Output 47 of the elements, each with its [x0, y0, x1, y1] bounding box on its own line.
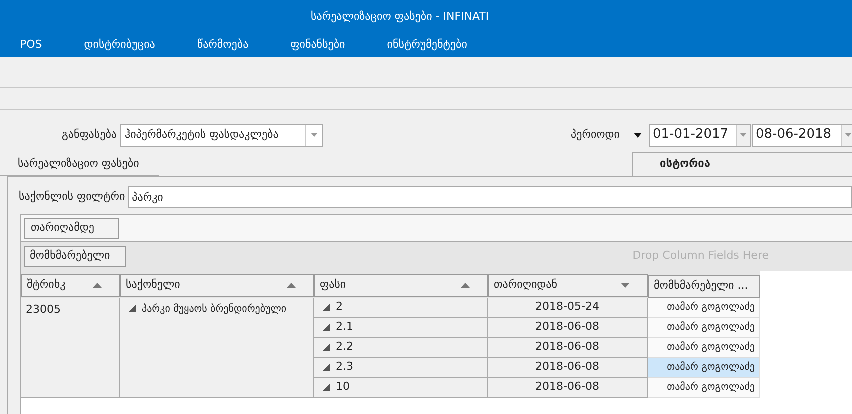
column-header[interactable]: თარიღიდან — [488, 274, 648, 297]
filter-label: საქონლის ფილტრი — [19, 188, 126, 205]
table-cell: 2.1 — [314, 318, 488, 338]
column-header[interactable]: შტრიხკ — [21, 274, 120, 297]
expanded-triangle-icon[interactable] — [323, 304, 330, 311]
table-cell[interactable]: თამარ გოგოლაძე — [648, 318, 760, 338]
menu-item[interactable]: POS — [20, 37, 42, 54]
expanded-triangle-icon[interactable] — [323, 364, 330, 371]
pricing-dropdown[interactable]: ჰიპერმარკეტის ფასდაკლება — [120, 124, 323, 146]
tab[interactable]: ისტორია — [632, 152, 852, 176]
dropdown-arrow-icon[interactable] — [634, 132, 642, 138]
expanded-triangle-icon[interactable] — [129, 305, 136, 312]
table-cell: 2.2 — [314, 338, 488, 358]
date-to-field[interactable]: 08-06-2018 — [752, 124, 852, 146]
menu-item[interactable]: ინსტრუმენტები — [387, 37, 468, 54]
expanded-triangle-icon[interactable] — [323, 344, 330, 351]
table-cell: 2018-05-24 — [488, 298, 648, 318]
pivot-field-button[interactable]: მომხმარებელი — [24, 246, 126, 267]
column-header[interactable]: საქონელი — [120, 274, 314, 297]
table-cell: 2018-06-08 — [488, 338, 648, 358]
table-cell: 2 — [314, 298, 488, 318]
column-header[interactable]: მომხმარებელი ... — [648, 275, 760, 298]
table-cell: 2018-06-08 — [488, 358, 648, 378]
column-header[interactable]: ფასი — [314, 274, 488, 297]
expanded-triangle-icon[interactable] — [323, 324, 330, 331]
table-cell[interactable]: თამარ გოგოლაძე — [648, 338, 760, 358]
expanded-triangle-icon[interactable] — [323, 384, 330, 391]
pricing-label: განფასება — [62, 126, 117, 143]
pivot-field-button[interactable]: თარიღამდე — [24, 218, 119, 238]
table-cell: 10 — [314, 378, 488, 398]
table-cell: პარკი მუყაოს ბრენდირებული — [120, 298, 314, 398]
table-cell: 2.3 — [314, 358, 488, 378]
table-cell[interactable]: თამარ გოგოლაძე — [648, 358, 760, 378]
table-cell[interactable]: თამარ გოგოლაძე — [648, 298, 760, 318]
dropdown-caret-icon[interactable] — [310, 133, 318, 137]
date-from-field[interactable]: 01-01-2017 — [649, 124, 751, 146]
menu-item[interactable]: წარმოება — [197, 37, 249, 54]
table-cell[interactable]: თამარ გოგოლაძე — [648, 378, 760, 398]
table-cell: 2018-06-08 — [488, 378, 648, 398]
tab[interactable]: სარეალიზაციო ფასები — [0, 154, 160, 176]
table-cell: 2018-06-08 — [488, 318, 648, 338]
table-cell: 23005 — [21, 298, 120, 398]
menu-item[interactable]: დისტრიბუცია — [84, 37, 156, 54]
filter-input[interactable]: პარკი — [128, 186, 852, 208]
menu-item[interactable]: ფინანსები — [290, 37, 346, 54]
period-label: პერიოდი — [571, 126, 620, 143]
window-title: სარეალიზაციო ფასები - INFINATI — [311, 8, 490, 25]
